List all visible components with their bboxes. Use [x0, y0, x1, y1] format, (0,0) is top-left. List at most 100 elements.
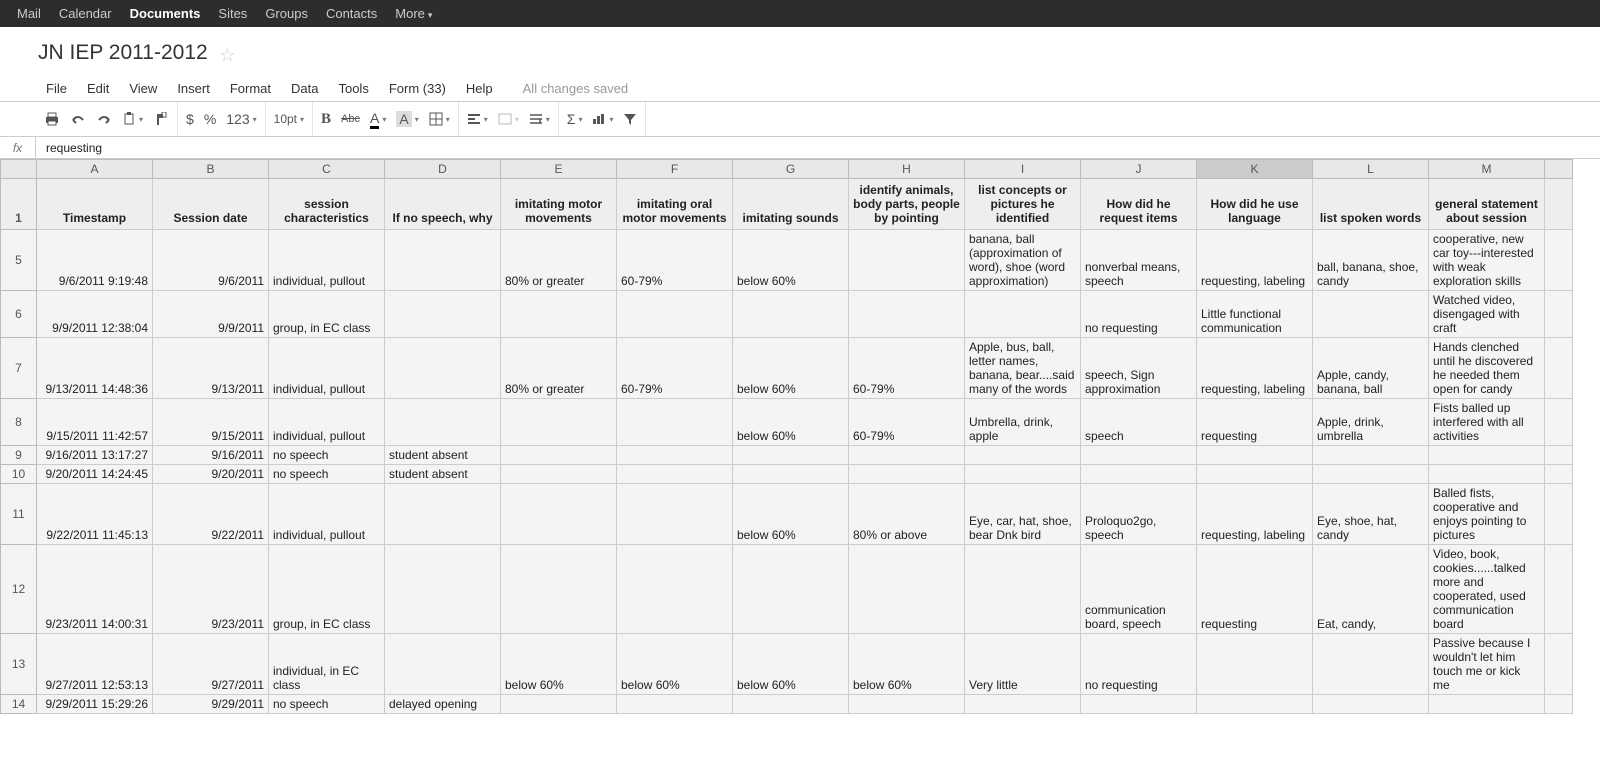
cell[interactable] [1545, 695, 1573, 714]
column-header[interactable]: H [849, 160, 965, 179]
cell[interactable]: Proloquo2go, speech [1081, 484, 1197, 545]
menu-tools[interactable]: Tools [328, 76, 378, 101]
percent-button[interactable]: % [204, 111, 216, 127]
cell[interactable]: no speech [269, 446, 385, 465]
cell[interactable]: Umbrella, drink, apple [965, 399, 1081, 446]
fill-color-button[interactable]: A [396, 111, 418, 127]
cell[interactable]: Apple, candy, banana, ball [1313, 338, 1429, 399]
column-header[interactable] [1545, 160, 1573, 179]
cell[interactable]: 9/22/2011 11:45:13 [37, 484, 153, 545]
cell[interactable]: communication board, speech [1081, 545, 1197, 634]
cell[interactable] [385, 545, 501, 634]
cell[interactable] [385, 399, 501, 446]
cell[interactable]: Eye, shoe, hat, candy [1313, 484, 1429, 545]
cell[interactable]: banana, ball (approximation of word), sh… [965, 230, 1081, 291]
menu-help[interactable]: Help [456, 76, 503, 101]
cell[interactable]: 9/23/2011 14:00:31 [37, 545, 153, 634]
row-header[interactable]: 12 [1, 545, 37, 634]
cell[interactable]: Passive because I wouldn't let him touch… [1429, 634, 1545, 695]
column-header[interactable]: D [385, 160, 501, 179]
bold-button[interactable]: B [321, 111, 331, 128]
cell[interactable] [1197, 634, 1313, 695]
print-icon[interactable] [44, 112, 60, 126]
topnav-sites[interactable]: Sites [209, 6, 256, 21]
cell[interactable]: nonverbal means, speech [1081, 230, 1197, 291]
cell[interactable]: 9/15/2011 [153, 399, 269, 446]
undo-icon[interactable] [70, 112, 86, 126]
table-header-cell[interactable]: How did he use language [1197, 179, 1313, 230]
cell[interactable] [1429, 695, 1545, 714]
cell[interactable]: 9/13/2011 14:48:36 [37, 338, 153, 399]
cell[interactable] [501, 465, 617, 484]
cell[interactable]: 9/22/2011 [153, 484, 269, 545]
cell[interactable]: 9/15/2011 11:42:57 [37, 399, 153, 446]
topnav-contacts[interactable]: Contacts [317, 6, 386, 21]
cell[interactable] [385, 230, 501, 291]
align-button[interactable] [467, 113, 488, 125]
table-header-cell[interactable]: imitating motor movements [501, 179, 617, 230]
cell[interactable] [733, 446, 849, 465]
cell[interactable] [617, 465, 733, 484]
cell[interactable]: 9/29/2011 15:29:26 [37, 695, 153, 714]
topnav-calendar[interactable]: Calendar [50, 6, 121, 21]
cell[interactable] [1081, 465, 1197, 484]
topnav-documents[interactable]: Documents [121, 6, 210, 21]
font-size-select[interactable]: 10pt [274, 112, 304, 126]
select-all-corner[interactable] [1, 160, 37, 179]
cell[interactable]: requesting, labeling [1197, 230, 1313, 291]
cell[interactable]: individual, pullout [269, 230, 385, 291]
paint-format-icon[interactable] [153, 112, 169, 126]
cell[interactable]: 80% or greater [501, 338, 617, 399]
cell[interactable]: 80% or greater [501, 230, 617, 291]
cell[interactable] [965, 446, 1081, 465]
row-header[interactable]: 8 [1, 399, 37, 446]
cell[interactable]: no requesting [1081, 634, 1197, 695]
filter-button[interactable] [623, 113, 637, 125]
cell[interactable]: below 60% [501, 634, 617, 695]
cell[interactable] [501, 399, 617, 446]
cell[interactable]: 9/16/2011 [153, 446, 269, 465]
cell[interactable]: 9/29/2011 [153, 695, 269, 714]
cell[interactable] [1313, 695, 1429, 714]
cell[interactable]: Balled fists, cooperative and enjoys poi… [1429, 484, 1545, 545]
row-header[interactable]: 11 [1, 484, 37, 545]
cell[interactable]: group, in EC class [269, 545, 385, 634]
row-header[interactable]: 9 [1, 446, 37, 465]
cell[interactable]: Watched video, disengaged with craft [1429, 291, 1545, 338]
table-header-cell[interactable]: identify animals, body parts, people by … [849, 179, 965, 230]
currency-button[interactable]: $ [186, 111, 194, 127]
cell[interactable]: below 60% [733, 399, 849, 446]
column-header[interactable]: F [617, 160, 733, 179]
clipboard-icon[interactable] [122, 112, 143, 126]
cell[interactable] [1081, 446, 1197, 465]
cell[interactable] [1313, 291, 1429, 338]
cell[interactable] [733, 545, 849, 634]
table-header-cell[interactable] [1545, 179, 1573, 230]
cell[interactable]: requesting [1197, 399, 1313, 446]
cell[interactable]: Fists balled up interfered with all acti… [1429, 399, 1545, 446]
cell[interactable] [733, 465, 849, 484]
row-header[interactable]: 1 [1, 179, 37, 230]
cell[interactable]: requesting [1197, 545, 1313, 634]
cell[interactable]: 9/16/2011 13:17:27 [37, 446, 153, 465]
menu-file[interactable]: File [36, 76, 77, 101]
cell[interactable]: 9/20/2011 14:24:45 [37, 465, 153, 484]
menu-insert[interactable]: Insert [167, 76, 220, 101]
cell[interactable] [849, 446, 965, 465]
cell[interactable]: requesting, labeling [1197, 484, 1313, 545]
table-header-cell[interactable]: session characteristics [269, 179, 385, 230]
row-header[interactable]: 10 [1, 465, 37, 484]
cell[interactable]: no speech [269, 695, 385, 714]
star-icon[interactable]: ☆ [219, 45, 235, 66]
cell[interactable] [501, 446, 617, 465]
cell[interactable] [501, 291, 617, 338]
cell[interactable] [1545, 338, 1573, 399]
cell[interactable]: 60-79% [617, 230, 733, 291]
cell[interactable]: 9/27/2011 [153, 634, 269, 695]
table-header-cell[interactable]: general statement about session [1429, 179, 1545, 230]
cell[interactable]: individual, pullout [269, 399, 385, 446]
table-header-cell[interactable]: If no speech, why [385, 179, 501, 230]
cell[interactable]: below 60% [849, 634, 965, 695]
cell[interactable]: student absent [385, 465, 501, 484]
column-header[interactable]: M [1429, 160, 1545, 179]
